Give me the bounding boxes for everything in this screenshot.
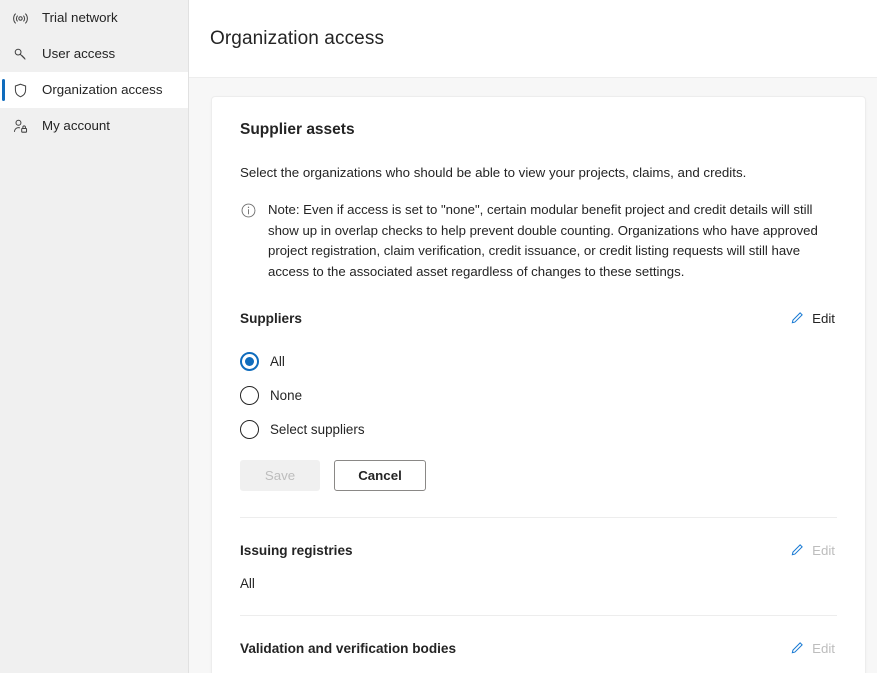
sidebar-item-label: User access xyxy=(42,46,116,62)
key-icon xyxy=(10,44,30,64)
radio-label: Select suppliers xyxy=(270,421,365,437)
section-suppliers: Suppliers Edit All None Select suppliers… xyxy=(240,308,837,492)
info-icon xyxy=(240,202,258,282)
active-indicator xyxy=(2,79,5,101)
note-block: Note: Even if access is set to "none", c… xyxy=(240,200,837,282)
section-title: Issuing registries xyxy=(240,542,353,558)
edit-issuing-registries-button[interactable]: Edit xyxy=(787,540,837,560)
edit-label: Edit xyxy=(812,640,835,656)
radio-indicator[interactable] xyxy=(240,419,259,439)
broadcast-icon xyxy=(10,8,30,28)
section-title: Validation and verification bodies xyxy=(240,640,457,656)
pencil-icon xyxy=(789,542,805,558)
radio-option-none[interactable]: None xyxy=(240,378,837,412)
section-divider xyxy=(240,615,837,617)
edit-suppliers-button[interactable]: Edit xyxy=(787,308,837,328)
section-divider xyxy=(240,517,837,519)
main-area: Organization access Supplier assets Sele… xyxy=(189,0,877,673)
section-validation-verification-bodies: Validation and verification bodies Edit … xyxy=(240,638,837,673)
radio-option-select-suppliers[interactable]: Select suppliers xyxy=(240,412,837,446)
section-issuing-registries: Issuing registries Edit All xyxy=(240,540,837,592)
edit-label: Edit xyxy=(812,542,835,558)
sidebar-item-trial-network[interactable]: Trial network xyxy=(0,0,188,36)
page-title: Organization access xyxy=(210,27,385,49)
suppliers-radio-group: All None Select suppliers xyxy=(240,344,837,446)
sidebar-item-label: Trial network xyxy=(42,10,118,26)
sidebar-item-label: My account xyxy=(42,118,110,134)
radio-label: None xyxy=(270,387,303,403)
supplier-assets-card: Supplier assets Select the organizations… xyxy=(211,96,866,673)
section-header: Suppliers Edit xyxy=(240,308,837,328)
card-description: Select the organizations who should be a… xyxy=(240,165,747,180)
person-lock-icon xyxy=(10,116,30,136)
note-text: Note: Even if access is set to "none", c… xyxy=(268,202,818,279)
edit-validation-verification-button[interactable]: Edit xyxy=(787,638,837,658)
radio-label: All xyxy=(270,353,285,369)
section-title: Suppliers xyxy=(240,310,302,326)
section-header: Issuing registries Edit xyxy=(240,540,837,560)
sidebar-item-organization-access[interactable]: Organization access xyxy=(0,72,188,108)
radio-indicator[interactable] xyxy=(240,351,259,371)
form-actions: Save Cancel xyxy=(240,460,837,492)
edit-label: Edit xyxy=(812,310,835,326)
pencil-icon xyxy=(789,640,805,656)
section-header: Validation and verification bodies Edit xyxy=(240,638,837,658)
sidebar: Trial network User access Organization a… xyxy=(0,0,189,673)
radio-indicator[interactable] xyxy=(240,385,259,405)
page-header: Organization access xyxy=(189,0,877,78)
card-title: Supplier assets xyxy=(240,121,355,138)
sidebar-item-my-account[interactable]: My account xyxy=(0,108,188,144)
save-button[interactable]: Save xyxy=(240,460,320,492)
sidebar-item-label: Organization access xyxy=(42,82,163,98)
cancel-button[interactable]: Cancel xyxy=(334,460,426,492)
shield-icon xyxy=(10,80,30,100)
pencil-icon xyxy=(789,310,805,326)
issuing-registries-value: All xyxy=(240,576,255,592)
radio-option-all[interactable]: All xyxy=(240,344,837,378)
content-area: Supplier assets Select the organizations… xyxy=(189,78,877,673)
sidebar-item-user-access[interactable]: User access xyxy=(0,36,188,72)
app-root: Trial network User access Organization a… xyxy=(0,0,877,673)
